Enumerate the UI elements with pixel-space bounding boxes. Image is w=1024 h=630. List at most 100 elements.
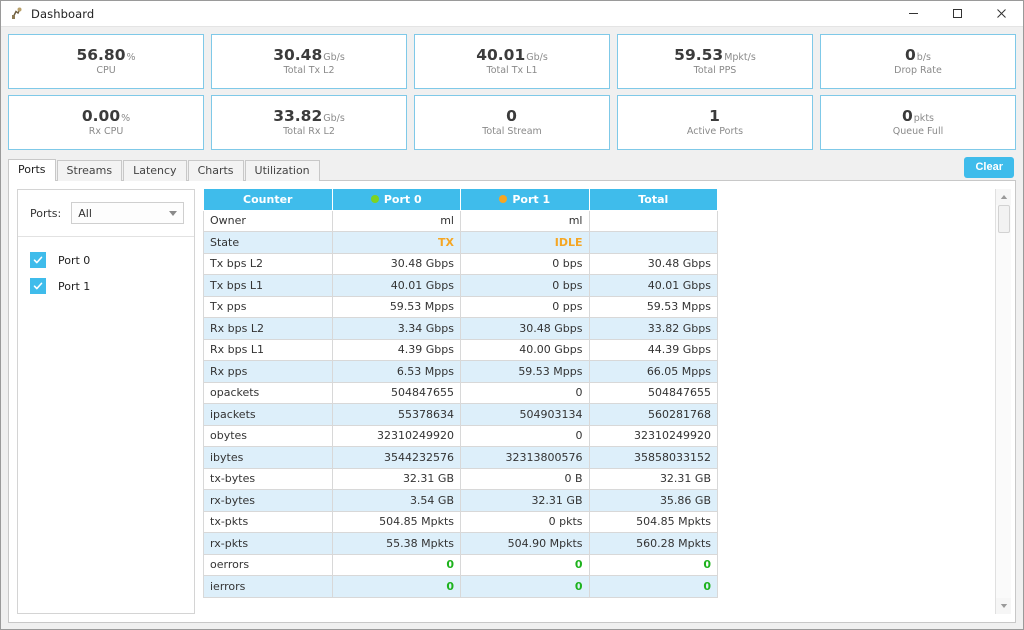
ports-filter-value: All (78, 206, 92, 220)
stat-value: 0 b/s (905, 45, 931, 64)
cell-value: 0 (574, 558, 583, 572)
scrollbar-track[interactable] (995, 205, 1011, 598)
cell-port-0: 32310249920 (331, 424, 461, 447)
table-row: Rx bps L1 4.39 Gbps 40.00 Gbps 44.39 Gbps (203, 338, 718, 361)
scroll-down-icon[interactable] (995, 598, 1011, 614)
stat-card-rx-cpu: 0.00% Rx CPU (8, 95, 204, 150)
cell-port-1: 30.48 Gbps (460, 317, 590, 340)
stat-unit: Gb/s (323, 51, 345, 63)
port-status-dot-green (370, 195, 379, 204)
tab-charts[interactable]: Charts (187, 160, 244, 181)
port-checkbox-0[interactable] (30, 252, 46, 268)
table-row: ipackets 55378634 504903134 560281768 (203, 403, 718, 426)
cell-port-0: 59.53 Mpps (331, 295, 461, 318)
stat-number: 40.01 (476, 45, 526, 64)
cell-port-0: 30.48 Gbps (331, 252, 461, 275)
stat-value: 0 (506, 106, 518, 125)
stat-value: 33.82 Gb/s (273, 108, 345, 125)
header-port0-label: Port 0 (383, 192, 422, 206)
chevron-down-icon (169, 210, 177, 216)
stat-label: Active Ports (686, 126, 744, 137)
cell-port-0: 0 (331, 553, 461, 576)
column-header-counter[interactable]: Counter (203, 189, 333, 211)
cell-counter-name: Tx bps L1 (203, 274, 333, 297)
cell-counter-name: Tx pps (203, 295, 333, 318)
header-port0-inner: Port 0 (337, 193, 457, 206)
cell-counter-name: ibytes (203, 446, 333, 469)
stat-value: 59.53 Mpkt/s (674, 45, 756, 64)
table-row: Owner ml ml (203, 209, 718, 232)
title-bar: Dashboard (1, 1, 1023, 27)
table-row: rx-bytes 3.54 GB 32.31 GB 35.86 GB (203, 489, 718, 512)
cell-total (588, 209, 718, 232)
stat-number: 0 (506, 106, 517, 125)
clear-button[interactable]: Clear (964, 157, 1014, 178)
stat-number: 59.53 (674, 45, 724, 64)
stats-header-row: Counter Port 0 Port 1 Total (203, 189, 718, 211)
maximize-button[interactable] (935, 1, 979, 27)
stat-number: 56.80 (76, 45, 126, 64)
port-checkbox-1[interactable] (30, 278, 46, 294)
stat-card-total-rx-l2: 33.82 Gb/s Total Rx L2 (211, 95, 407, 150)
stat-card-total-pps: 59.53 Mpkt/s Total PPS (617, 34, 813, 89)
column-header-port-1[interactable]: Port 1 (460, 189, 590, 211)
cell-port-1: ml (460, 209, 590, 232)
header-total-inner: Total (594, 193, 714, 206)
stats-table-area: Counter Port 0 Port 1 Total Owner ml ml … (203, 189, 1011, 614)
stat-unit: Mpkt/s (724, 51, 756, 63)
stat-number: 0 (905, 45, 916, 64)
cell-port-1: 32.31 GB (460, 489, 590, 512)
stat-label: Total Rx L2 (283, 126, 335, 137)
tab-streams[interactable]: Streams (56, 160, 123, 181)
table-vertical-scrollbar[interactable] (995, 189, 1011, 614)
stat-label: Rx CPU (88, 126, 124, 137)
cell-total: 560281768 (588, 403, 718, 426)
cell-port-1: 0 (460, 424, 590, 447)
cell-port-1: 0 pkts (460, 510, 590, 533)
stat-value: 0 pkts (902, 108, 934, 125)
table-row: Tx pps 59.53 Mpps 0 pps 59.53 Mpps (203, 295, 718, 318)
cell-port-0: ml (331, 209, 461, 232)
cell-port-0: 504.85 Mpkts (331, 510, 461, 533)
stats-table: Counter Port 0 Port 1 Total Owner ml ml … (203, 189, 718, 598)
cell-port-1: 0 B (460, 467, 590, 490)
cell-total: 0 (588, 575, 718, 598)
stat-label: Total Tx L2 (283, 65, 335, 76)
stat-cards-row-top: 56.80% CPU 30.48 Gb/s Total Tx L2 40.01 Gb… (8, 34, 1016, 89)
scroll-up-icon[interactable] (995, 189, 1011, 205)
port-label: Port 1 (58, 279, 91, 293)
stat-number: 1 (709, 106, 720, 125)
scrollbar-thumb[interactable] (997, 205, 1010, 233)
window-controls (891, 1, 1023, 27)
tab-ports[interactable]: Ports (8, 159, 56, 181)
cell-value: 0 (446, 579, 454, 593)
cell-counter-name: Rx bps L1 (203, 338, 333, 361)
close-button[interactable] (979, 1, 1023, 27)
cell-port-0: 32.31 GB (331, 467, 461, 490)
ports-filter-select[interactable]: All (71, 202, 184, 224)
table-row: oerrors 0 0 0 (203, 553, 718, 576)
cell-port-1: 0 (460, 575, 590, 598)
stat-value: 40.01 Gb/s (476, 45, 548, 64)
tab-latency[interactable]: Latency (123, 160, 187, 181)
ports-selection-panel: Ports: All Port 0 Port 1 (17, 189, 195, 614)
cell-counter-name: Owner (203, 209, 333, 232)
column-header-port-0[interactable]: Port 0 (331, 189, 461, 211)
table-row: opackets 504847655 0 504847655 (203, 381, 718, 404)
cell-port-1: 504.90 Mpkts (460, 532, 590, 555)
port-list-item-0[interactable]: Port 0 (18, 247, 194, 273)
title-bar-left: Dashboard (1, 6, 94, 21)
tab-bar: Ports Streams Latency Charts Utilization… (8, 157, 1016, 181)
cell-value: TX (438, 235, 454, 249)
stat-label: Total Stream (482, 126, 542, 137)
stat-number: 0.00 (81, 106, 121, 125)
cell-port-0: 55.38 Mpkts (331, 532, 461, 555)
port-list-item-1[interactable]: Port 1 (18, 273, 194, 299)
stats-table-head: Counter Port 0 Port 1 Total (203, 189, 718, 211)
cell-total: 40.01 Gbps (588, 274, 718, 297)
tab-utilization[interactable]: Utilization (244, 160, 320, 181)
minimize-button[interactable] (891, 1, 935, 27)
cell-port-0: 3.54 GB (331, 489, 461, 512)
column-header-total[interactable]: Total (588, 189, 718, 211)
cell-port-0: 4.39 Gbps (331, 338, 461, 361)
